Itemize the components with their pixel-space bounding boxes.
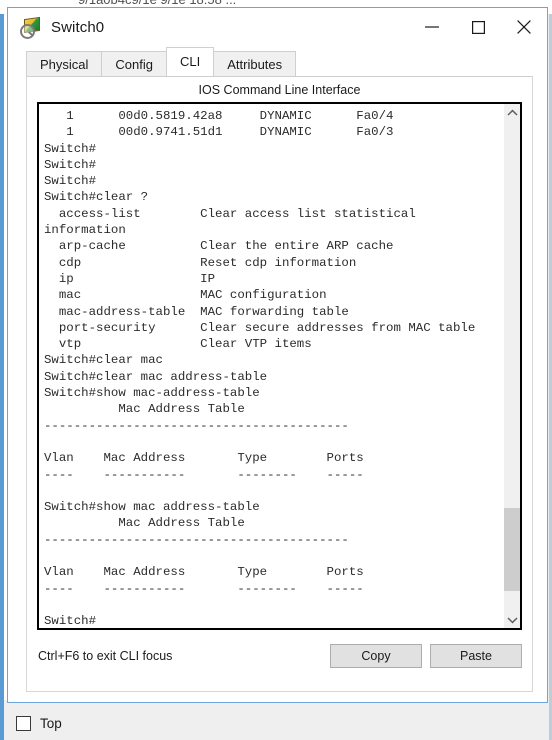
window-title: Switch0 bbox=[51, 18, 105, 36]
minimize-icon[interactable] bbox=[409, 8, 455, 46]
cli-scrollbar[interactable] bbox=[503, 104, 520, 628]
switch0-device-window: Switch0 Physical Config CLI Attributes I… bbox=[7, 7, 548, 703]
chevron-down-icon[interactable] bbox=[504, 611, 520, 628]
window-title-bar[interactable]: Switch0 bbox=[8, 8, 547, 46]
cli-terminal[interactable]: 1 00d0.5819.42a8 DYNAMIC Fa0/4 1 00d0.97… bbox=[37, 102, 522, 630]
tab-config[interactable]: Config bbox=[101, 51, 167, 76]
panel-heading: IOS Command Line Interface bbox=[198, 83, 361, 97]
switch-device-icon bbox=[20, 16, 42, 39]
copy-button[interactable]: Copy bbox=[330, 644, 422, 668]
close-icon[interactable] bbox=[501, 8, 547, 46]
cli-scrollbar-thumb[interactable] bbox=[504, 508, 520, 591]
top-checkbox-label: Top bbox=[40, 715, 62, 731]
cli-terminal-output[interactable]: 1 00d0.5819.42a8 DYNAMIC Fa0/4 1 00d0.97… bbox=[39, 104, 503, 628]
tab-physical[interactable]: Physical bbox=[26, 51, 103, 76]
maximize-icon[interactable] bbox=[455, 8, 501, 46]
window-controls bbox=[409, 8, 547, 46]
chevron-up-icon[interactable] bbox=[504, 104, 520, 121]
tab-cli[interactable]: CLI bbox=[166, 47, 215, 76]
top-checkbox[interactable] bbox=[16, 715, 31, 731]
bottom-bar: Top bbox=[7, 710, 548, 736]
cli-footer: Ctrl+F6 to exit CLI focus Copy Paste bbox=[27, 630, 532, 672]
cli-focus-hint: Ctrl+F6 to exit CLI focus bbox=[38, 649, 173, 663]
cli-tab-panel: IOS Command Line Interface 1 00d0.5819.4… bbox=[26, 76, 533, 692]
tab-attributes[interactable]: Attributes bbox=[213, 51, 297, 76]
paste-button[interactable]: Paste bbox=[430, 644, 522, 668]
tab-strip: Physical Config CLI Attributes bbox=[8, 46, 547, 76]
workspace-ghost-text: 9/1a0b4c9/1e 9/1e 18:58 ... bbox=[78, 0, 236, 7]
